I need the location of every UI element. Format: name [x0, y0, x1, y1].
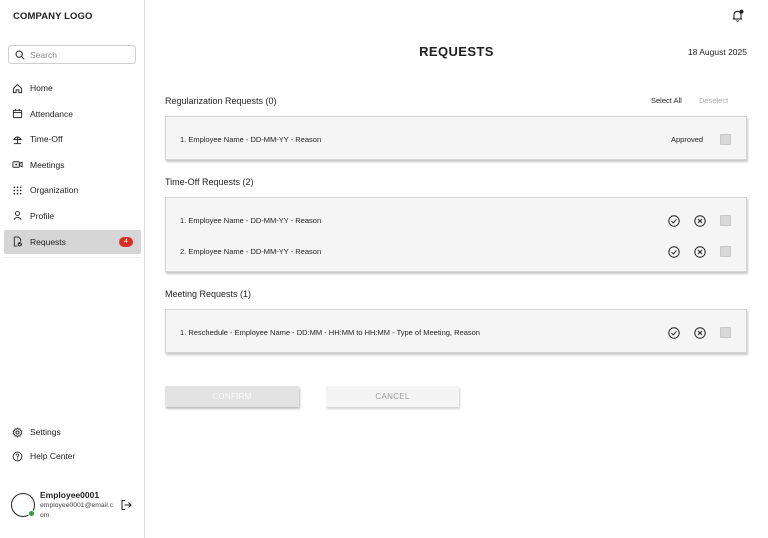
logout-icon[interactable]	[120, 498, 132, 510]
sidebar-item-time-off[interactable]: Time-Off	[4, 127, 141, 151]
calendar-icon	[12, 108, 23, 119]
user-card: Employee0001 employee0001@email.com	[11, 490, 141, 524]
video-icon	[12, 159, 23, 170]
approve-check-icon[interactable]	[668, 214, 680, 227]
cancel-button[interactable]: CANCEL	[326, 386, 459, 407]
user-icon	[12, 210, 23, 221]
search-input[interactable]	[30, 49, 130, 60]
search-box[interactable]	[8, 45, 136, 64]
select-checkbox[interactable]	[720, 214, 731, 226]
status-label: Approved	[671, 134, 704, 144]
request-text: 1. Reschedule - Employee Name - DD:MM - …	[180, 327, 480, 337]
deselect-button[interactable]: Deselect	[699, 96, 728, 105]
request-text: 2. Employee Name - DD-MM-YY - Reason	[180, 246, 322, 256]
list-item: 2. Employee Name - DD-MM-YY - Reason	[166, 243, 746, 259]
approve-check-icon[interactable]	[668, 245, 680, 258]
reject-x-icon[interactable]	[694, 245, 706, 258]
sidebar-item-label: Attendance	[30, 108, 74, 119]
main-content: REQUESTS 18 August 2025 Regularization R…	[145, 0, 768, 538]
sidebar-item-label: Help Center	[30, 451, 76, 461]
sidebar-item-settings[interactable]: Settings	[4, 420, 141, 444]
search-icon	[15, 50, 25, 60]
meeting-card: 1. Reschedule - Employee Name - DD:MM - …	[165, 309, 747, 353]
sidebar-item-home[interactable]: Home	[4, 76, 141, 100]
sidebar-item-label: Meetings	[30, 159, 65, 170]
user-name: Employee0001	[40, 490, 100, 500]
sidebar-item-profile[interactable]: Profile	[4, 204, 141, 228]
timeoff-section-title: Time-Off Requests (2)	[165, 177, 254, 187]
current-date: 18 August 2025	[687, 47, 747, 57]
page-title: REQUESTS	[419, 44, 494, 59]
help-icon	[12, 451, 23, 462]
list-item: 1. Employee Name - DD-MM-YY - Reason App…	[166, 131, 746, 147]
list-item: 1. Employee Name - DD-MM-YY - Reason	[166, 212, 746, 228]
regularization-section-title: Regularization Requests (0)	[165, 96, 277, 106]
list-item: 1. Reschedule - Employee Name - DD:MM - …	[166, 324, 746, 340]
approve-check-icon[interactable]	[668, 326, 680, 339]
sidebar-item-label: Home	[30, 83, 53, 93]
online-status-dot	[28, 510, 35, 517]
reject-x-icon[interactable]	[694, 214, 706, 227]
select-checkbox[interactable]	[720, 326, 731, 338]
sidebar-item-attendance[interactable]: Attendance	[4, 102, 141, 126]
sidebar-item-organization[interactable]: Organization	[4, 178, 141, 202]
sidebar-item-requests[interactable]: Requests 4	[4, 229, 141, 254]
notification-bell-icon[interactable]	[731, 9, 745, 23]
regularization-card: 1. Employee Name - DD-MM-YY - Reason App…	[165, 116, 747, 160]
sidebar-item-label: Requests	[30, 236, 66, 247]
sidebar-item-meetings[interactable]: Meetings	[4, 153, 141, 177]
beach-icon	[12, 134, 23, 145]
sidebar-item-label: Settings	[30, 427, 61, 437]
document-icon	[12, 236, 23, 247]
confirm-button[interactable]: CONFIRM	[165, 386, 299, 407]
sidebar-item-label: Time-Off	[30, 134, 63, 145]
nav-divider	[4, 257, 141, 258]
reject-x-icon[interactable]	[694, 326, 706, 339]
meeting-section-title: Meeting Requests (1)	[165, 289, 252, 299]
select-checkbox[interactable]	[720, 133, 731, 145]
select-checkbox[interactable]	[720, 245, 731, 257]
company-logo[interactable]: COMPANY LOGO	[13, 11, 93, 22]
select-all-button[interactable]: Select All	[651, 96, 682, 105]
request-text: 1. Employee Name - DD-MM-YY - Reason	[180, 215, 322, 225]
sidebar-item-help-center[interactable]: Help Center	[4, 444, 141, 468]
user-email: employee0001@email.com	[40, 502, 114, 519]
home-icon	[12, 83, 23, 94]
sidebar-item-label: Organization	[30, 185, 79, 196]
sidebar: COMPANY LOGO Home Attendance Time-Off Me…	[0, 0, 145, 538]
sidebar-bottom-nav: Settings Help Center	[4, 420, 141, 468]
sidebar-nav: Home Attendance Time-Off Meetings Organi…	[4, 76, 141, 255]
request-text: 1. Employee Name - DD-MM-YY - Reason	[180, 134, 322, 144]
requests-count-badge: 4	[119, 236, 133, 247]
gear-icon	[12, 426, 23, 438]
timeoff-card: 1. Employee Name - DD-MM-YY - Reason 2. …	[165, 197, 747, 272]
grid-icon	[12, 185, 23, 196]
sidebar-item-label: Profile	[30, 210, 55, 221]
